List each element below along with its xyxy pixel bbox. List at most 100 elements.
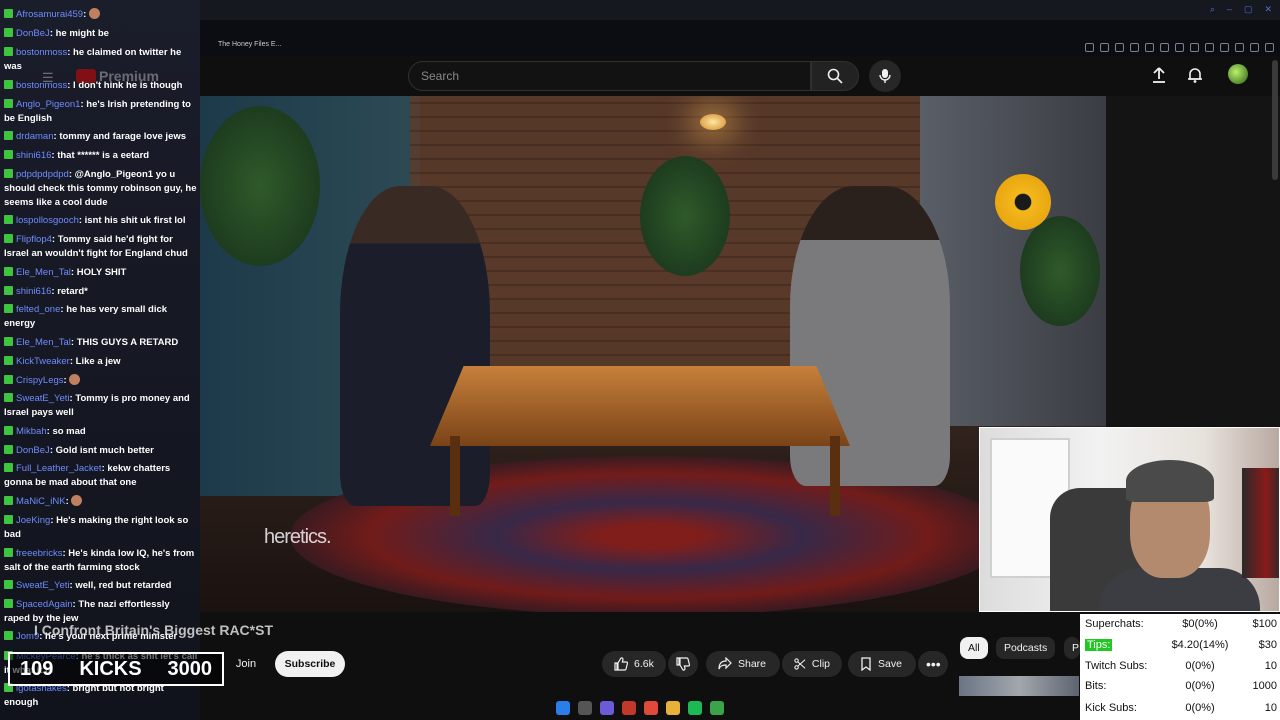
notifications-bell-icon[interactable] bbox=[1186, 66, 1204, 84]
chat-username[interactable]: freeebricks bbox=[16, 548, 62, 559]
share-button[interactable]: Share bbox=[706, 651, 780, 677]
chip-podcasts[interactable]: Podcasts bbox=[996, 637, 1056, 659]
voice-search-button[interactable] bbox=[869, 60, 901, 92]
chat-text: Gold isnt much better bbox=[55, 445, 154, 456]
search-tabs-icon[interactable]: ⌕ bbox=[1210, 4, 1215, 15]
chat-username[interactable]: Flipflop4 bbox=[16, 234, 52, 245]
stats-goal: $100 bbox=[1252, 618, 1277, 630]
kick-badge-icon bbox=[4, 631, 13, 640]
stats-row-superchats: Superchats: $0(0%) $100 bbox=[1085, 618, 1277, 636]
kick-badge-icon bbox=[4, 169, 13, 178]
chat-username[interactable]: DonBeJ bbox=[16, 445, 50, 456]
kick-badge-icon bbox=[4, 9, 13, 18]
video-scene bbox=[640, 156, 730, 276]
microphone-icon bbox=[879, 69, 891, 83]
kick-badge-icon bbox=[4, 580, 13, 589]
search-icon[interactable] bbox=[578, 701, 592, 715]
chat-username[interactable]: bostonmoss bbox=[16, 47, 67, 58]
stats-amount: $0(0%) bbox=[1182, 618, 1218, 630]
chat-username[interactable]: SweatE_Yeti bbox=[16, 393, 70, 404]
kick-badge-icon bbox=[4, 286, 13, 295]
emote-icon bbox=[71, 495, 83, 506]
chat-text: isnt his shit uk first lol bbox=[84, 215, 186, 226]
windows-start-icon[interactable] bbox=[556, 701, 570, 715]
folder-icon[interactable] bbox=[666, 701, 680, 715]
chip-all[interactable]: All bbox=[960, 637, 988, 659]
video-scene bbox=[430, 366, 850, 446]
chat-message: Flipflop4: Tommy said he'd fight for Isr… bbox=[4, 233, 198, 261]
share-icon bbox=[718, 657, 732, 670]
chat-username[interactable]: JoeKing bbox=[16, 515, 50, 526]
chat-username[interactable]: Ele_Men_Tal bbox=[16, 337, 71, 348]
chat-username[interactable]: CrispyLegs bbox=[16, 375, 64, 386]
close-icon[interactable]: ✕ bbox=[1264, 4, 1272, 15]
chat-username[interactable]: Mikbah bbox=[16, 426, 47, 437]
chat-message: felted_one: he has very small dick energ… bbox=[4, 303, 198, 331]
chat-username[interactable]: pdpdpdpdpd bbox=[16, 169, 69, 180]
chat-username[interactable]: SweatE_Yeti bbox=[16, 580, 70, 591]
kick-badge-icon bbox=[4, 267, 13, 276]
maximize-icon[interactable]: ▢ bbox=[1244, 4, 1253, 15]
kicks-goal-widget: 109 KICKS 3000 bbox=[8, 652, 224, 686]
account-avatar[interactable] bbox=[1228, 64, 1248, 84]
kick-badge-icon bbox=[4, 304, 13, 313]
bookmark-item[interactable]: The Honey Files E... bbox=[218, 41, 281, 48]
video-watermark: heretics. bbox=[264, 526, 332, 548]
video-scene bbox=[830, 436, 840, 516]
app-icon[interactable] bbox=[622, 701, 636, 715]
chat-message: Afrosamurai459: bbox=[4, 8, 198, 22]
chat-message: pdpdpdpdpd: @Anglo_Pigeon1 yo u should c… bbox=[4, 168, 198, 210]
chat-text: THIS GUYS A RETARD bbox=[76, 337, 179, 348]
video-player[interactable]: heretics. bbox=[200, 96, 1106, 612]
chrome-icon[interactable] bbox=[644, 701, 658, 715]
chat-username[interactable]: lospollosgooch bbox=[16, 215, 79, 226]
chat-username[interactable]: KickTweaker bbox=[16, 356, 70, 367]
chat-username[interactable]: MaNiC_iNK bbox=[16, 496, 66, 507]
chat-username[interactable]: Afrosamurai459 bbox=[16, 9, 83, 20]
kick-badge-icon bbox=[4, 99, 13, 108]
kicks-goal: 3000 bbox=[167, 657, 212, 680]
search-button[interactable] bbox=[811, 61, 859, 91]
chat-message: SweatE_Yeti: Tommy is pro money and Isra… bbox=[4, 392, 198, 420]
minimize-icon[interactable]: – bbox=[1227, 4, 1232, 15]
chat-username[interactable]: Full_Leather_Jacket bbox=[16, 463, 102, 474]
chat-username[interactable]: drdaman bbox=[16, 131, 54, 142]
chat-username[interactable]: felted_one bbox=[16, 304, 60, 315]
chat-username[interactable]: SpacedAgain bbox=[16, 599, 73, 610]
chat-username[interactable]: DonBeJ bbox=[16, 28, 50, 39]
kick-badge-icon bbox=[4, 445, 13, 454]
kick-badge-icon bbox=[4, 80, 13, 89]
stats-amount: 0(0%) bbox=[1185, 680, 1215, 692]
xbox-icon[interactable] bbox=[710, 701, 724, 715]
webcam-overlay bbox=[979, 427, 1280, 612]
join-button[interactable]: Join bbox=[226, 651, 266, 677]
chat-username[interactable]: shini616 bbox=[16, 150, 51, 161]
recommended-thumbnail[interactable] bbox=[959, 676, 1079, 696]
kick-badge-icon bbox=[4, 463, 13, 472]
like-button[interactable]: 6.6k bbox=[602, 651, 666, 677]
chat-username[interactable]: Anglo_Pigeon1 bbox=[16, 99, 80, 110]
page-scrollbar[interactable] bbox=[1272, 60, 1278, 180]
chat-message: drdaman: tommy and farage love jews bbox=[4, 130, 198, 144]
chat-username[interactable]: shini616 bbox=[16, 286, 51, 297]
stats-goal: 1000 bbox=[1252, 680, 1277, 692]
address-bar[interactable] bbox=[200, 20, 1280, 52]
chat-username[interactable]: bostonmoss bbox=[16, 80, 67, 91]
dislike-button[interactable] bbox=[668, 651, 698, 677]
clip-button[interactable]: Clip bbox=[782, 651, 842, 677]
spotify-icon[interactable] bbox=[688, 701, 702, 715]
chat-text: he might be bbox=[55, 28, 109, 39]
chat-username[interactable]: Ele_Men_Tal bbox=[16, 267, 71, 278]
chat-message: Ele_Men_Tal: THIS GUYS A RETARD bbox=[4, 336, 198, 350]
chip-more[interactable]: P bbox=[1064, 637, 1080, 659]
more-actions-button[interactable]: ••• bbox=[918, 651, 948, 677]
chat-text: I don't hink he is though bbox=[73, 80, 183, 91]
subscribe-button[interactable]: Subscribe bbox=[275, 651, 345, 677]
share-label: Share bbox=[738, 658, 767, 670]
stats-amount: 0(0%) bbox=[1185, 660, 1215, 672]
upload-icon[interactable] bbox=[1150, 66, 1168, 84]
save-button[interactable]: Save bbox=[848, 651, 916, 677]
search-input[interactable]: Search bbox=[408, 61, 811, 91]
discord-icon[interactable] bbox=[600, 701, 614, 715]
chat-message: Mikbah: so mad bbox=[4, 425, 198, 439]
